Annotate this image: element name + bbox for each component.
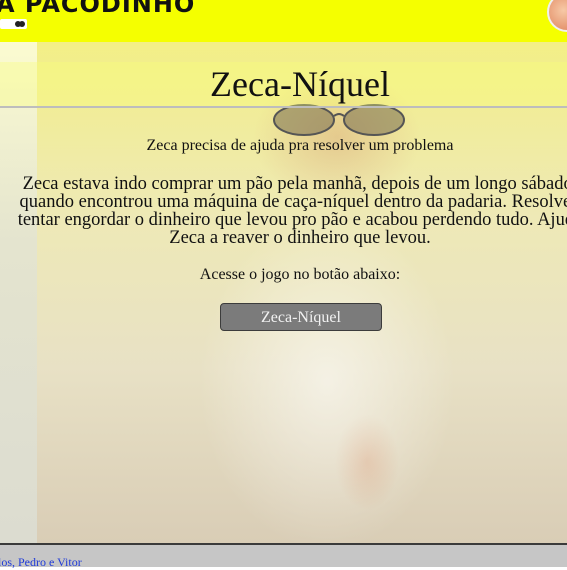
site-footer: rlos, Pedro e Vitor: [0, 545, 567, 570]
side-strip: [0, 42, 37, 543]
page-title: Zeca-Níquel: [210, 64, 390, 104]
toggle-switch[interactable]: [0, 19, 27, 29]
site-header: A PACODINHO: [0, 0, 567, 42]
main-content: [0, 42, 567, 543]
site-logo-text[interactable]: A PACODINHO: [0, 0, 195, 18]
play-game-button[interactable]: Zeca-Níquel: [220, 303, 382, 331]
game-description: Zeca estava indo comprar um pão pela man…: [17, 174, 567, 248]
page-subtitle: Zeca precisa de ajuda pra resolver um pr…: [146, 137, 454, 154]
call-to-action-text: Acesse o jogo no botão abaixo:: [199, 266, 401, 283]
avatar[interactable]: [547, 0, 567, 32]
credits-link[interactable]: rlos, Pedro e Vitor: [0, 555, 82, 570]
background-photo: [37, 42, 567, 543]
